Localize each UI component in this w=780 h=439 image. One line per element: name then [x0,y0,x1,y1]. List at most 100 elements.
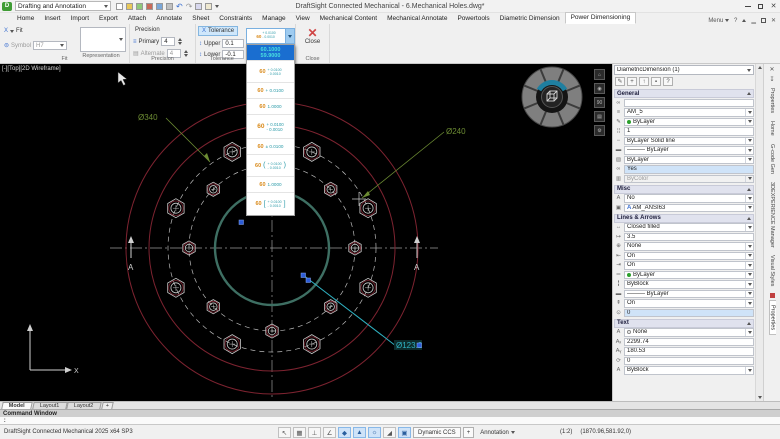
grip-point[interactable] [301,273,306,278]
primary-precision-stepper[interactable] [178,38,182,45]
rotate-90-button[interactable]: 90 [594,97,605,108]
tab-diametric-dimension[interactable]: Diametric Dimension [495,14,565,24]
palette-tab-properties[interactable]: Properties [769,300,776,335]
prop-row-ext-line-1[interactable]: ⇞ On [614,299,754,309]
esnap-icon[interactable]: ◆ [338,427,351,438]
bolt-hole[interactable] [168,199,184,218]
bolt-hole[interactable] [360,199,376,218]
menu-dropdown[interactable]: Menu [708,18,729,24]
bolt-hole[interactable] [304,142,320,161]
tab-insert[interactable]: Insert [39,14,65,24]
collapse-ribbon-icon[interactable] [742,19,746,22]
bolt-hole[interactable] [207,182,219,196]
section-misc[interactable]: Misc [614,185,754,194]
tab-view[interactable]: View [291,14,315,24]
tab-constraints[interactable]: Constraints [214,14,257,24]
prop-row-dim-line-2[interactable]: ⇥ On [614,261,754,271]
grip-point[interactable] [417,343,422,348]
more-icon[interactable] [215,5,219,8]
prop-row-layer[interactable]: ≡ AM_5 [614,108,754,118]
bolt-hole[interactable] [325,300,337,314]
grid-icon[interactable]: ▦ [293,427,306,438]
prop-row-offset-from-origin[interactable]: ⊙ 0 [614,308,754,318]
orbit-button[interactable]: ◉ [594,83,605,94]
help-icon[interactable]: ? [663,77,673,86]
prop-row-text-rotation[interactable]: ⟳ 0 [614,356,754,366]
tolerance-option-deviation-bracket[interactable]: 60 ( + 0.0100- 0.0010 ) [247,155,294,177]
palette-tab-gcode[interactable]: G-code Gen [769,140,775,178]
dim-outer-diameter[interactable]: Ø340 [138,113,158,122]
palette-tab-visual-styles[interactable]: Visual Styles [769,251,775,290]
bolt-hole[interactable] [360,278,376,297]
tab-power-dimensioning[interactable]: Power Dimensioning [565,12,637,24]
prop-row-transparency[interactable]: ▧ ByLayer [614,155,754,165]
prop-row-text-position-x[interactable]: Aₓ 2299.74 [614,337,754,347]
prop-row-center-mark[interactable]: ⊕ None [614,242,754,252]
tolerance-option-deviation-large[interactable]: 60 + 0.0100- 0.0010 [247,115,294,139]
auto-hide-pin-icon[interactable]: ↧ [764,74,780,84]
tab-attach[interactable]: Attach [123,14,151,24]
tab-layout1[interactable]: Layout1 [32,402,67,409]
viewport-label[interactable]: [-][Top][2D Wireframe] [2,66,61,72]
import-icon[interactable] [205,3,212,10]
tab-home[interactable]: Home [12,14,39,24]
tab-powertools[interactable]: Powertools [452,14,494,24]
palette-tab-3dexperience[interactable]: 3DEXPERIENCE Manager [769,178,775,252]
tab-layout2[interactable]: Layout2 [67,402,102,409]
export-icon[interactable] [195,3,202,10]
tab-mechanical-content[interactable]: Mechanical Content [315,14,382,24]
open-icon[interactable] [126,3,133,10]
minimize-ribbon-button[interactable]: ▁ [751,17,756,24]
bolt-hole[interactable] [224,142,240,161]
select-add-icon[interactable]: + [627,77,637,86]
bolt-hole[interactable] [325,182,337,196]
properties-scrollbar[interactable] [755,64,763,401]
section-general[interactable]: General [614,89,754,98]
tolerance-option-symmetric[interactable]: 60 ± 0.0100 [247,139,294,155]
tolerance-option-upper-only[interactable]: 60 + 0.0100 [247,83,294,99]
prop-row-hyperlink[interactable]: ∞ [614,98,754,108]
add-sheet-button[interactable]: + [101,402,114,409]
tab-export[interactable]: Export [94,14,123,24]
grip-point[interactable] [306,278,311,283]
prop-row-ext-line-style[interactable]: ╏ ByBlock [614,280,754,290]
attach-icon[interactable] [136,3,143,10]
prop-row-text-color[interactable]: A ByBlock [614,366,754,376]
close-palette-icon[interactable]: ✕ [764,64,780,74]
home-view-button[interactable]: ⌂ [594,69,605,80]
close-power-dimensioning-button[interactable]: ✕ Close [296,27,329,45]
minimize-button[interactable] [741,0,754,13]
prop-row-line-style[interactable]: ┄ ByLayer Solid line [614,136,754,146]
section-text[interactable]: Text [614,319,754,328]
snap-settings-icon[interactable]: ☼ [368,427,381,438]
prop-row-dim-line-1[interactable]: ⇤ On [614,251,754,261]
save-icon[interactable] [156,3,163,10]
tab-sheet[interactable]: Sheet [187,14,214,24]
prop-row-annotation-visible[interactable]: ∞ Yes [614,165,754,175]
prop-row-annotative[interactable]: A No [614,194,754,204]
prop-row-line-color[interactable]: ✎ ByLayer [614,117,754,127]
tab-manage[interactable]: Manage [257,14,291,24]
scroll-down-icon[interactable] [758,396,762,399]
chevron-down-icon[interactable] [285,29,294,43]
dim-bolt-circle-diameter[interactable]: Ø240 [446,127,466,136]
new-icon[interactable] [116,3,123,10]
ccs-icon[interactable]: ▣ [398,427,411,438]
tolerance-option-basic[interactable]: 60 1.0000 [247,99,294,115]
tab-mechanical-annotate[interactable]: Mechanical Annotate [382,14,452,24]
close-document-button[interactable]: ✕ [771,17,776,24]
prop-row-ext-line-weight[interactable]: ▬ ——— ByLayer [614,289,754,299]
dynamic-ccs-button[interactable]: Dynamic CCS [413,427,461,438]
close-button[interactable]: ✕ [767,0,780,13]
bolt-hole[interactable] [224,335,240,354]
bolt-hole[interactable] [168,278,184,297]
wheel-settings-button[interactable]: ⚙ [594,125,605,136]
tolerance-option-limits[interactable]: 60.100059.9000 [247,45,294,61]
polar-icon[interactable]: ∠ [323,427,336,438]
tab-import[interactable]: Import [66,14,94,24]
scale-readout[interactable]: (1:2) [560,429,572,435]
restore-icon[interactable] [761,18,766,23]
quick-select-icon[interactable]: ▪ [651,77,661,86]
primary-precision-input[interactable]: 4 [161,37,175,46]
symbol-select[interactable]: H7 [33,41,67,50]
